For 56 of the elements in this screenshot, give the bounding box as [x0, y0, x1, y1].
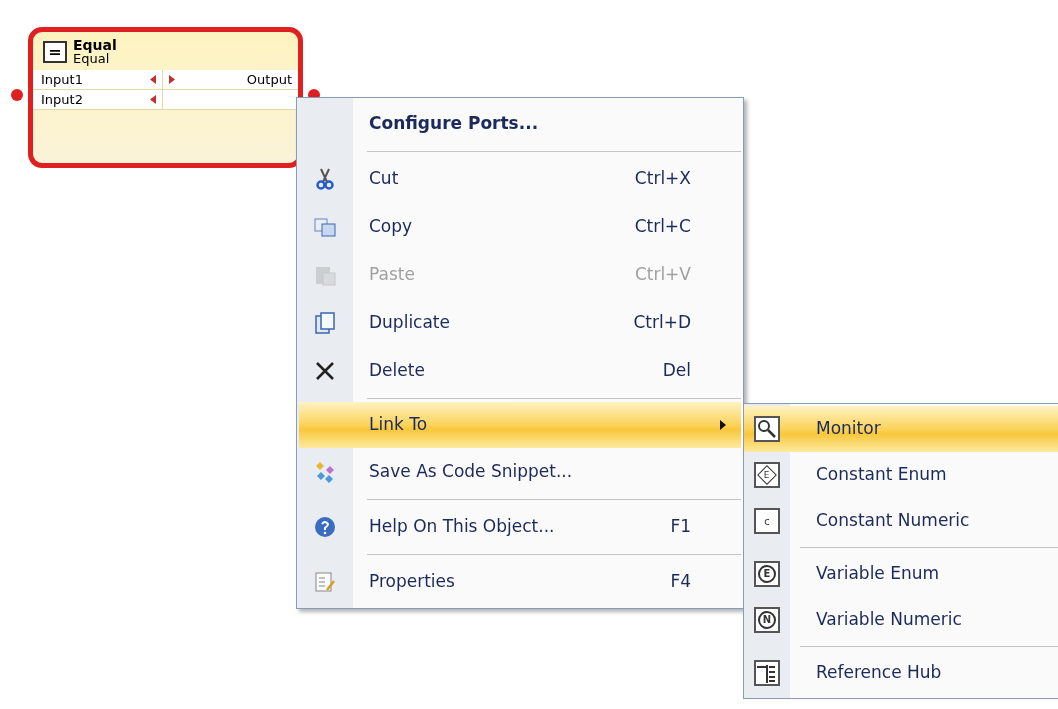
menu-item[interactable]: Save As Code Snippet...: [297, 448, 743, 496]
menu-label: Variable Enum: [815, 562, 940, 586]
menu-label: Cut: [369, 168, 399, 189]
shortcut-label: Del: [661, 359, 692, 383]
menu-label: Delete: [369, 360, 425, 381]
node-subtitle: Equal: [73, 52, 110, 66]
menu-label: Copy: [369, 216, 413, 237]
menu-label: Variable Numeric: [815, 608, 962, 632]
submenu-item[interactable]: N Variable Numeric: [744, 597, 1058, 643]
copy-icon: [313, 215, 337, 239]
menu-item[interactable]: Copy Ctrl+C: [297, 203, 743, 251]
input-port-label: Input2: [41, 90, 84, 109]
variable-icon: E: [754, 561, 780, 587]
menu-item[interactable]: Help On This Object... F1: [297, 503, 743, 551]
menu-item[interactable]: Delete Del: [297, 347, 743, 395]
port-arrow-icon: [150, 95, 156, 104]
submenu-item[interactable]: E Variable Enum: [744, 551, 1058, 597]
duplicate-icon: [313, 311, 337, 335]
node-title: Equal: [73, 38, 117, 52]
menu-label: Monitor: [815, 417, 881, 441]
shortcut-label: Ctrl+C: [633, 215, 692, 239]
menu-label: Properties: [369, 571, 455, 592]
menu-label: Constant Numeric: [815, 509, 970, 533]
scissors-icon: [313, 167, 337, 191]
link-to-item[interactable]: Link To: [299, 402, 741, 448]
submenu-item[interactable]: E Constant Enum: [744, 452, 1058, 498]
submenu-item[interactable]: Reference Hub: [744, 650, 1058, 696]
submenu-item[interactable]: c Constant Numeric: [744, 498, 1058, 544]
output-port-label: Output: [245, 70, 292, 89]
submenu-arrow-icon: [719, 419, 727, 431]
help-icon: [313, 515, 337, 539]
port-arrow-icon: [169, 75, 175, 84]
menu-label: Paste: [369, 264, 415, 285]
input-port-label: Input1: [41, 70, 84, 89]
menu-item[interactable]: Duplicate Ctrl+D: [297, 299, 743, 347]
port-arrow-icon: [150, 75, 156, 84]
hub-icon: [754, 660, 780, 686]
shortcut-label: F1: [669, 515, 692, 539]
menu-label: Duplicate: [369, 312, 450, 333]
diamond-icon: E: [754, 462, 780, 488]
menu-item[interactable]: Properties F4: [297, 558, 743, 606]
shortcut-label: F4: [669, 570, 692, 594]
menu-label: Help On This Object...: [369, 516, 555, 537]
variable-icon: N: [754, 607, 780, 633]
equals-icon: =: [43, 41, 67, 63]
menu-label: Save As Code Snippet...: [369, 461, 573, 482]
shortcut-label: Ctrl+X: [633, 167, 692, 191]
shortcut-label: Ctrl+V: [633, 263, 692, 287]
submenu-item[interactable]: Monitor: [744, 406, 1058, 452]
menu-label: Constant Enum: [815, 463, 947, 487]
input-connector[interactable]: [11, 89, 23, 101]
magnifier-icon: [754, 416, 780, 442]
menu-label: Reference Hub: [815, 661, 942, 685]
constant-icon: c: [754, 508, 780, 534]
shortcut-label: Ctrl+D: [633, 311, 692, 335]
properties-icon: [313, 570, 337, 594]
